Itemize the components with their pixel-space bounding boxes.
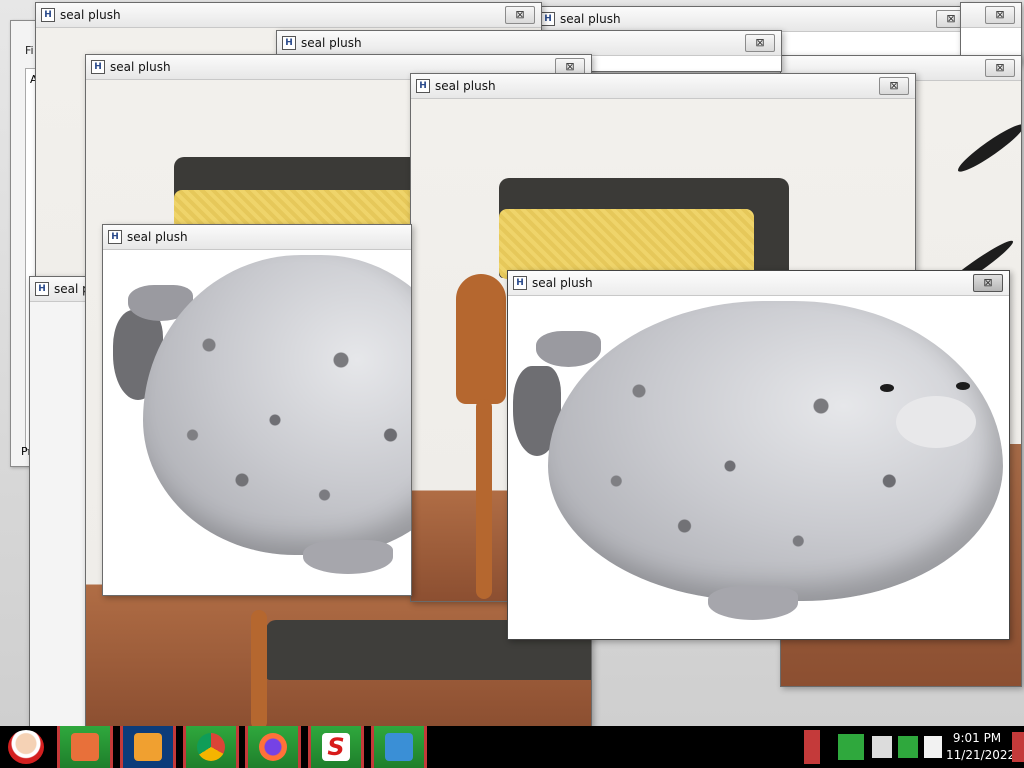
close-button[interactable]: ⊠ [745, 34, 775, 52]
close-button[interactable]: ⊠ [973, 274, 1003, 292]
firefox-icon [259, 733, 287, 761]
close-button[interactable]: ⊠ [879, 77, 909, 95]
taskbar-button-firefox[interactable] [245, 726, 301, 768]
window-title: seal plush [60, 8, 121, 22]
window-image [508, 296, 1009, 639]
show-desktop-button[interactable] [1012, 732, 1024, 762]
window-title: seal plush [435, 79, 496, 93]
start-button[interactable] [0, 726, 56, 768]
taskbar: S 9:01 PM 11/21/2022 [0, 726, 1024, 768]
app-icon: H [35, 282, 49, 296]
taskbar-button-media-player[interactable] [120, 726, 176, 768]
clock-date: 11/21/2022 [946, 748, 1016, 762]
window-image [103, 250, 411, 595]
tray-app-icon[interactable] [804, 730, 820, 764]
taskbar-button-file-manager[interactable] [57, 726, 113, 768]
seal-muzzle [896, 396, 976, 448]
titlebar[interactable]: H seal plush ⊠ [508, 271, 1009, 296]
clock[interactable]: 9:01 PM 11/21/2022 [946, 730, 1016, 764]
window-title: seal plush [532, 276, 593, 290]
santa-icon [8, 730, 44, 764]
chair-arm [456, 274, 506, 404]
close-button[interactable]: ⊠ [505, 6, 535, 24]
file-manager-icon [71, 733, 99, 761]
pillow [499, 209, 754, 279]
seal-plush-window-middle[interactable]: H seal plush [102, 224, 412, 596]
seal-eye [956, 382, 970, 390]
taskbar-button-s-app[interactable]: S [308, 726, 364, 768]
titlebar[interactable]: H seal plush [103, 225, 411, 250]
seal-flipper [536, 331, 601, 367]
app-icon: H [108, 230, 122, 244]
app-icon: H [416, 79, 430, 93]
volume-icon[interactable] [924, 736, 942, 758]
tray-app-icon[interactable] [838, 734, 864, 760]
chair-leg [476, 399, 492, 599]
app-icon: H [541, 12, 555, 26]
titlebar[interactable]: H seal plush ⊠ [536, 7, 972, 32]
seal-plush-window-active[interactable]: H seal plush ⊠ [507, 270, 1010, 640]
window-title: seal plush [110, 60, 171, 74]
media-player-icon [134, 733, 162, 761]
app-icon: H [513, 276, 527, 290]
chair-leg [251, 610, 267, 727]
seal-flipper [303, 540, 393, 574]
close-button[interactable]: ⊠ [985, 59, 1015, 77]
seal-eye [880, 384, 894, 392]
system-tray [800, 726, 946, 768]
titlebar[interactable]: H seal plush ⊠ [36, 3, 541, 28]
network-icon[interactable] [872, 736, 892, 758]
close-button[interactable]: ⊠ [985, 6, 1015, 24]
seal-flipper [708, 586, 798, 620]
window-title: seal plush [301, 36, 362, 50]
s-app-icon: S [322, 733, 350, 761]
window-title: seal plush [560, 12, 621, 26]
titlebar[interactable]: H seal plush ⊠ [411, 74, 915, 99]
remote-desktop-icon [385, 733, 413, 761]
titlebar[interactable]: ⊠ [961, 3, 1021, 28]
titlebar[interactable]: H seal plush ⊠ [277, 31, 781, 56]
app-icon: H [282, 36, 296, 50]
monitor-icon[interactable] [898, 736, 918, 758]
taskbar-button-chrome[interactable] [183, 726, 239, 768]
taskbar-button-remote-desktop[interactable] [371, 726, 427, 768]
clock-time: 9:01 PM [952, 731, 1002, 745]
window-title: seal plush [127, 230, 188, 244]
app-icon: H [41, 8, 55, 22]
menu-fragment[interactable]: Fi [25, 44, 34, 57]
seal-plush-image [548, 301, 1003, 601]
app-icon: H [91, 60, 105, 74]
chrome-icon [197, 733, 225, 761]
